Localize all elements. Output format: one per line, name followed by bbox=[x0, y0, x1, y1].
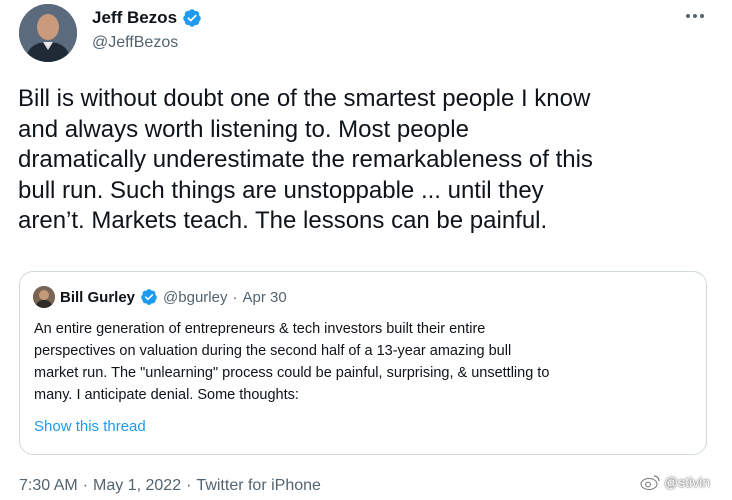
quoted-author-avatar bbox=[33, 286, 55, 308]
tweet-card: Jeff Bezos @JeffBezos Bill is without do… bbox=[0, 0, 732, 500]
tweet-text: Bill is without doubt one of the smartes… bbox=[18, 85, 593, 234]
watermark-text: @stivin bbox=[664, 474, 711, 490]
tweet-date[interactable]: May 1, 2022 bbox=[93, 477, 181, 495]
watermark: @stivin bbox=[640, 474, 710, 490]
tweet-source[interactable]: Twitter for iPhone bbox=[196, 477, 321, 495]
quoted-tweet-text: An entire generation of entrepreneurs & … bbox=[34, 321, 550, 403]
verified-badge-icon bbox=[182, 8, 202, 28]
quoted-tweet-date[interactable]: Apr 30 bbox=[242, 289, 286, 306]
verified-badge-icon bbox=[140, 288, 158, 306]
quoted-author-name: Bill Gurley bbox=[60, 288, 136, 306]
show-thread-link[interactable]: Show this thread bbox=[34, 418, 146, 435]
separator-dot: · bbox=[186, 477, 192, 494]
separator-dot: · bbox=[82, 477, 89, 494]
quoted-author-handle: @bgurley bbox=[163, 288, 228, 306]
quoted-tweet[interactable]: Bill Gurley @bgurley · Apr 30 An entire … bbox=[19, 271, 707, 455]
tweet-metadata: 7:30 AM · May 1, 2022 · Twitter for iPho… bbox=[19, 477, 321, 495]
more-options-icon[interactable] bbox=[682, 8, 708, 24]
author-name[interactable]: Jeff Bezos bbox=[92, 8, 177, 28]
tweet-time[interactable]: 7:30 AM bbox=[19, 477, 78, 495]
weibo-icon bbox=[640, 474, 660, 490]
author-handle[interactable]: @JeffBezos bbox=[92, 34, 178, 52]
quoted-tweet-header: Bill Gurley @bgurley · Apr 30 bbox=[33, 286, 287, 308]
author-name-row[interactable]: Jeff Bezos bbox=[92, 8, 202, 28]
author-avatar[interactable] bbox=[19, 4, 77, 62]
separator-dot: · bbox=[232, 288, 238, 306]
